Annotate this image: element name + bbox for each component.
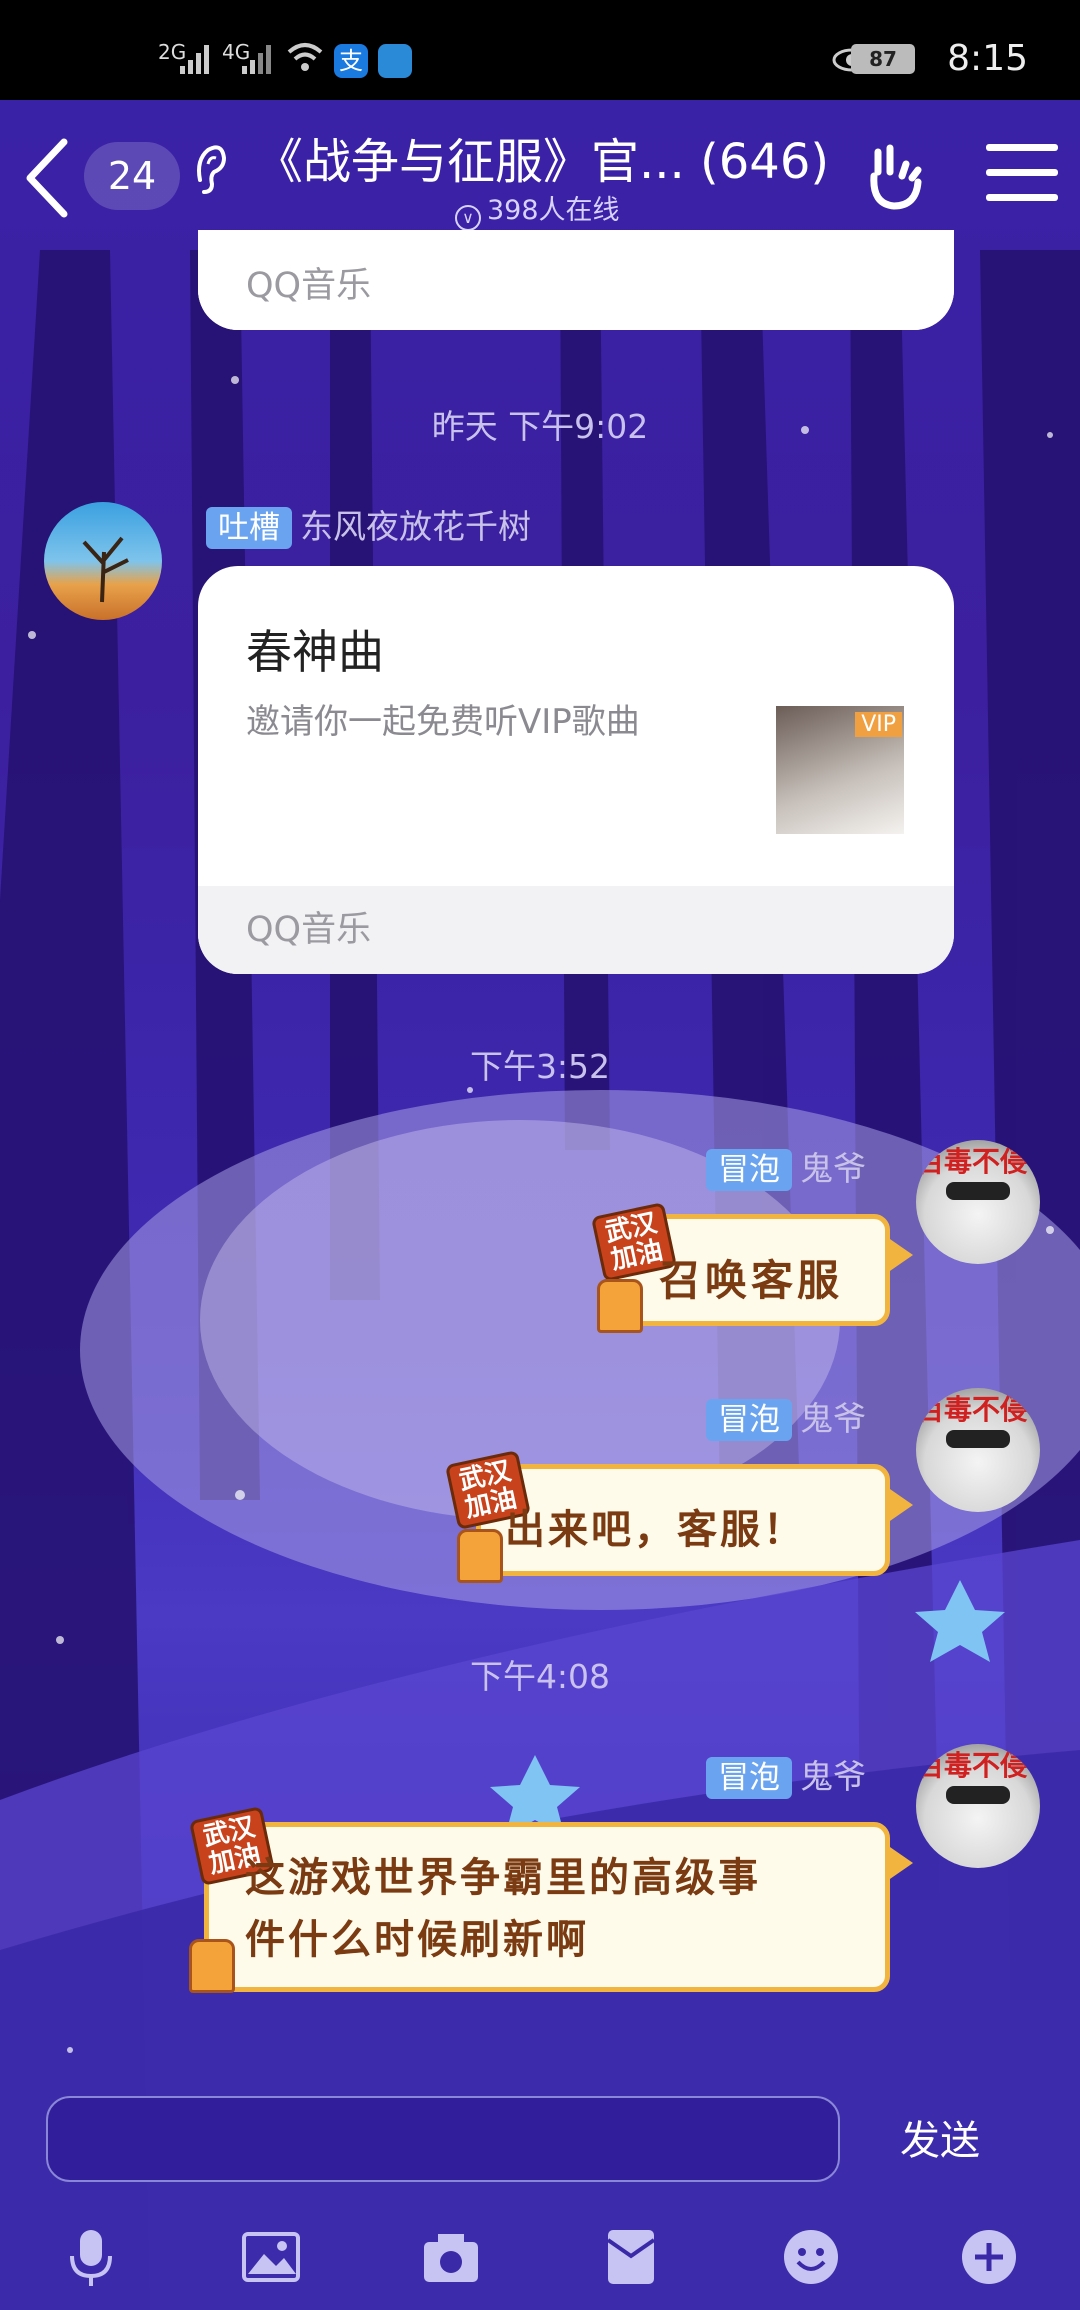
dog-sticker-icon [189,1939,235,1993]
status-bar: 2G 4G 支 87 8:15 [0,0,1080,100]
bubble-tail [887,1845,913,1881]
mic-icon[interactable] [60,2226,122,2288]
group-title[interactable]: 《战争与征服》官... (646) [255,122,829,192]
avatar-caption: 百毒不侵 [916,1749,1029,1782]
card-footer-label: QQ音乐 [198,886,954,974]
message-text-line: 这游戏世界争霸里的高级事 [245,1854,761,1901]
chat-bubble[interactable]: 武汉加油 召唤客服 [590,1202,913,1333]
message-text-line: 件什么时候刷新啊 [245,1916,589,1963]
title-badge: 冒泡 [706,1149,792,1191]
signal-bars-icon [242,45,271,74]
ear-icon[interactable] [190,140,230,200]
message-text: 召唤客服 [659,1256,844,1305]
online-count-label: 398人在线 [487,195,620,226]
sender-name[interactable]: 鬼爷 [800,1757,866,1796]
album-cover-image: VIP [776,706,904,834]
dog-sticker-icon [597,1279,643,1333]
avatar[interactable]: 百毒不侵 [916,1744,1040,1868]
sender-meta: 冒泡 鬼爷 [706,1392,866,1441]
sender-meta: 吐槽 东风夜放花千树 [206,500,531,549]
battery-indicator: 87 [851,44,915,74]
input-toolbar [0,2200,1080,2310]
red-packet-icon[interactable] [600,2226,662,2288]
title-badge: 冒泡 [706,1757,792,1799]
avatar-caption: 百毒不侵 [916,1393,1029,1426]
emoji-icon[interactable] [780,2226,842,2288]
sender-name[interactable]: 鬼爷 [800,1399,866,1438]
alipay-icon: 支 [334,44,368,78]
avatar[interactable]: 百毒不侵 [916,1140,1040,1264]
camera-icon[interactable] [420,2226,482,2288]
music-card-partial[interactable]: QQ音乐 [198,230,954,330]
dog-sticker-icon [457,1529,503,1583]
chat-header: 24 《战争与征服》官... (646) ∨ 398人在线 [0,100,1080,250]
message-text: 这游戏世界争霸里的高级事 件什么时候刷新啊 [245,1847,761,1971]
timestamp: 下午4:08 [469,1657,611,1696]
sender-meta: 冒泡 鬼爷 [706,1142,866,1191]
title-badge: 吐槽 [206,507,292,549]
vip-badge: VIP [855,712,902,737]
hat-icon [946,1430,1010,1448]
signal-bars-icon [180,45,209,74]
message-input[interactable] [46,2096,840,2182]
music-share-card[interactable]: 春神曲 邀请你一起免费听VIP歌曲 VIP QQ音乐 [198,566,954,974]
hat-icon [946,1786,1010,1804]
avatar-tree-image [82,536,129,603]
clock: 8:15 [947,38,1028,79]
card-footer-label: QQ音乐 [198,242,954,330]
song-title: 春神曲 [246,625,384,679]
image-icon[interactable] [240,2226,302,2288]
title-badge: 冒泡 [706,1399,792,1441]
sender-name[interactable]: 东风夜放花千树 [300,507,531,546]
unread-count-badge[interactable]: 24 [84,142,180,210]
menu-icon[interactable] [986,144,1058,208]
avatar[interactable]: 百毒不侵 [916,1388,1040,1512]
timestamp: 下午3:52 [469,1047,611,1086]
hand-gesture-icon[interactable] [866,142,926,212]
plus-icon[interactable] [958,2226,1020,2288]
chevron-down-icon: ∨ [455,205,481,231]
avatar-caption: 百毒不侵 [916,1145,1029,1178]
chat-bubble[interactable]: 武汉加油 出来吧，客服！ [444,1450,913,1583]
hat-icon [946,1182,1010,1200]
bubble-tail [887,1237,913,1273]
message-text: 出来吧，客服！ [505,1506,806,1553]
song-subtitle: 邀请你一起免费听VIP歌曲 [246,702,640,742]
timestamp: 昨天 下午9:02 [431,407,649,446]
online-count[interactable]: ∨ 398人在线 [455,188,620,231]
avatar[interactable] [44,502,162,620]
sender-name[interactable]: 鬼爷 [800,1149,866,1188]
bubble-tail [887,1487,913,1523]
chat-bubble[interactable]: 武汉加油 这游戏世界争霸里的高级事 件什么时候刷新啊 [188,1806,913,1993]
back-arrow-icon[interactable] [22,138,72,218]
app-notification-icon [378,44,412,78]
send-button[interactable]: 发送 [900,2108,980,2166]
sender-meta: 冒泡 鬼爷 [706,1750,866,1799]
wifi-icon [287,43,323,71]
